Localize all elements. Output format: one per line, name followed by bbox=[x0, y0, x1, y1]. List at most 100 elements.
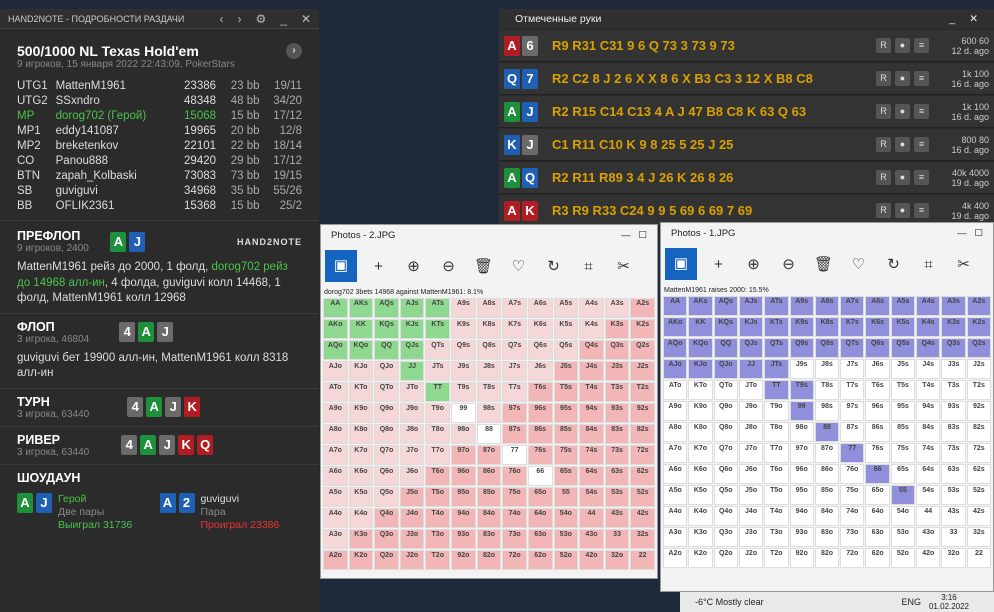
hand-cell: T2s bbox=[966, 380, 991, 400]
marked-hand-row[interactable]: Q 7 R2 C2 8 J 2 6 X X 8 6 X B3 C3 3 12 X B… bbox=[499, 63, 994, 95]
hand-cell: Q2s bbox=[630, 340, 655, 360]
hand-cell: QTs bbox=[764, 338, 789, 358]
hand-cell: QTo bbox=[374, 382, 399, 402]
delete-icon[interactable]: 🗑 bbox=[806, 255, 841, 273]
menu-icon[interactable]: ≡ bbox=[914, 203, 929, 218]
menu-icon[interactable]: ≡ bbox=[914, 104, 929, 119]
zoom-in-icon[interactable]: ⊕ bbox=[736, 255, 771, 273]
menu-icon[interactable]: ≡ bbox=[914, 38, 929, 53]
crop-icon[interactable]: ⌗ bbox=[911, 256, 946, 273]
hand-cell: KTs bbox=[764, 317, 789, 337]
hand-cell: KQs bbox=[713, 317, 738, 337]
hand-cell: T8o bbox=[425, 424, 451, 444]
add-icon[interactable]: + bbox=[701, 256, 736, 273]
hand-cell: 43o bbox=[579, 529, 604, 549]
hand-cell: 92s bbox=[966, 401, 991, 421]
circle-icon[interactable]: ● bbox=[895, 203, 910, 218]
circle-icon[interactable]: ● bbox=[895, 104, 910, 119]
minimize-icon[interactable]: — ☐ bbox=[621, 230, 647, 241]
hand-cell: 77 bbox=[840, 443, 865, 463]
marked-hand-row[interactable]: A 6 R9 R31 C31 9 6 Q 73 3 73 9 73 R ● ≡ 600 60… bbox=[499, 30, 994, 62]
replay-button[interactable]: R bbox=[876, 104, 891, 119]
player-row: MP1 eddy141087 19965 20 bb 12/8 bbox=[17, 125, 302, 137]
hand-cell: 75s bbox=[553, 445, 579, 465]
replay-button[interactable]: R bbox=[876, 170, 891, 185]
marked-hand-row[interactable]: A Q R2 R11 R89 3 4 J 26 K 26 8 26 R ● ≡ 40k 40… bbox=[499, 162, 994, 194]
crop-icon[interactable]: ⌗ bbox=[571, 258, 606, 275]
hand-cell: 73s bbox=[604, 445, 630, 465]
circle-icon[interactable]: ● bbox=[895, 170, 910, 185]
hand-cell: T2s bbox=[630, 382, 655, 402]
hand-cell: 96s bbox=[865, 401, 890, 421]
gear-icon[interactable]: ⚙ bbox=[255, 12, 266, 26]
replay-button[interactable]: R bbox=[876, 38, 891, 53]
menu-icon[interactable]: ≡ bbox=[914, 71, 929, 86]
hand-cell: 82o bbox=[476, 550, 502, 570]
circle-icon[interactable]: ● bbox=[895, 71, 910, 86]
hand-cell: A2s bbox=[630, 298, 655, 318]
replay-button[interactable]: R bbox=[876, 203, 891, 218]
menu-icon[interactable]: ≡ bbox=[914, 137, 929, 152]
hand-cell: T6o bbox=[764, 464, 789, 484]
hand-cell: TT bbox=[764, 380, 789, 400]
hand-cell: A2o bbox=[663, 548, 688, 568]
chevron-right-icon[interactable]: › bbox=[286, 43, 302, 59]
menu-icon[interactable]: ≡ bbox=[914, 170, 929, 185]
close-icon[interactable]: ✕ bbox=[969, 13, 978, 25]
minimize-icon[interactable]: _ bbox=[949, 13, 955, 25]
hand-cell: K5s bbox=[553, 319, 579, 339]
hand-cell: 55 bbox=[890, 485, 916, 505]
close-icon[interactable]: ✕ bbox=[301, 12, 311, 26]
hand-cell: 92s bbox=[630, 403, 655, 423]
photos-window-2: Photos - 2.JPG — ☐ ▣ + ⊕ ⊖ 🗑 ♡ ↻ ⌗ ✂ dorog702 3be… bbox=[320, 224, 658, 579]
hand-cell: 32o bbox=[941, 548, 966, 568]
minimize-icon[interactable]: — ☐ bbox=[957, 228, 983, 239]
hand-cell: Q9s bbox=[789, 338, 814, 358]
hand-cell: K3s bbox=[604, 319, 630, 339]
image-icon[interactable]: ▣ bbox=[665, 248, 697, 280]
hand-cell: T7s bbox=[502, 382, 527, 402]
heart-icon[interactable]: ♡ bbox=[501, 257, 536, 275]
hand-cell: 43s bbox=[604, 508, 630, 528]
zoom-in-icon[interactable]: ⊕ bbox=[396, 257, 431, 275]
marked-hand-row[interactable]: K J C1 R11 C10 K 9 8 25 5 25 J 25 R ● ≡ 800 80… bbox=[499, 129, 994, 161]
hand-cell: 88 bbox=[476, 424, 502, 444]
zoom-out-icon[interactable]: ⊖ bbox=[431, 257, 466, 275]
next-icon[interactable]: › bbox=[237, 12, 241, 26]
rotate-icon[interactable]: ↻ bbox=[876, 255, 911, 273]
image-icon[interactable]: ▣ bbox=[325, 250, 357, 282]
delete-icon[interactable]: 🗑 bbox=[466, 257, 501, 275]
hand-cell: 97o bbox=[451, 445, 476, 465]
circle-icon[interactable]: ● bbox=[895, 38, 910, 53]
hand-cell: J6o bbox=[738, 464, 764, 484]
heart-icon[interactable]: ♡ bbox=[841, 255, 876, 273]
marked-hand-row[interactable]: A J R2 R15 C14 C13 4 A J 47 B8 C8 K 63 Q 6… bbox=[499, 96, 994, 128]
hand-cell: Q5o bbox=[374, 487, 399, 507]
hand-cell: 75s bbox=[890, 443, 916, 463]
replay-button[interactable]: R bbox=[876, 137, 891, 152]
hand-cell: J5s bbox=[553, 361, 579, 381]
edit-icon[interactable]: ✂ bbox=[606, 257, 641, 275]
hand-cell: T5o bbox=[425, 487, 451, 507]
hand-cell: KK bbox=[348, 319, 374, 339]
hand-cell: 72o bbox=[840, 548, 865, 568]
hand-cell: Q8o bbox=[713, 422, 738, 442]
hand-cell: A3s bbox=[941, 296, 966, 316]
edit-icon[interactable]: ✂ bbox=[946, 255, 981, 273]
minimize-icon[interactable]: _ bbox=[280, 12, 287, 26]
hand-cell: A8s bbox=[476, 298, 502, 318]
rotate-icon[interactable]: ↻ bbox=[536, 257, 571, 275]
hand-cell: 22 bbox=[966, 548, 991, 568]
language[interactable]: ENG bbox=[901, 597, 921, 607]
zoom-out-icon[interactable]: ⊖ bbox=[771, 255, 806, 273]
game-title: 500/1000 NL Texas Hold'em bbox=[17, 43, 199, 59]
weather[interactable]: -6°C Mostly clear bbox=[695, 597, 764, 607]
circle-icon[interactable]: ● bbox=[895, 137, 910, 152]
hand-cell: 99 bbox=[789, 401, 814, 421]
clock-time[interactable]: 3:16 bbox=[941, 593, 957, 602]
hand-cell: 96o bbox=[451, 466, 476, 486]
prev-icon[interactable]: ‹ bbox=[219, 12, 223, 26]
add-icon[interactable]: + bbox=[361, 258, 396, 275]
replay-button[interactable]: R bbox=[876, 71, 891, 86]
hand-cell: A8o bbox=[663, 422, 688, 442]
